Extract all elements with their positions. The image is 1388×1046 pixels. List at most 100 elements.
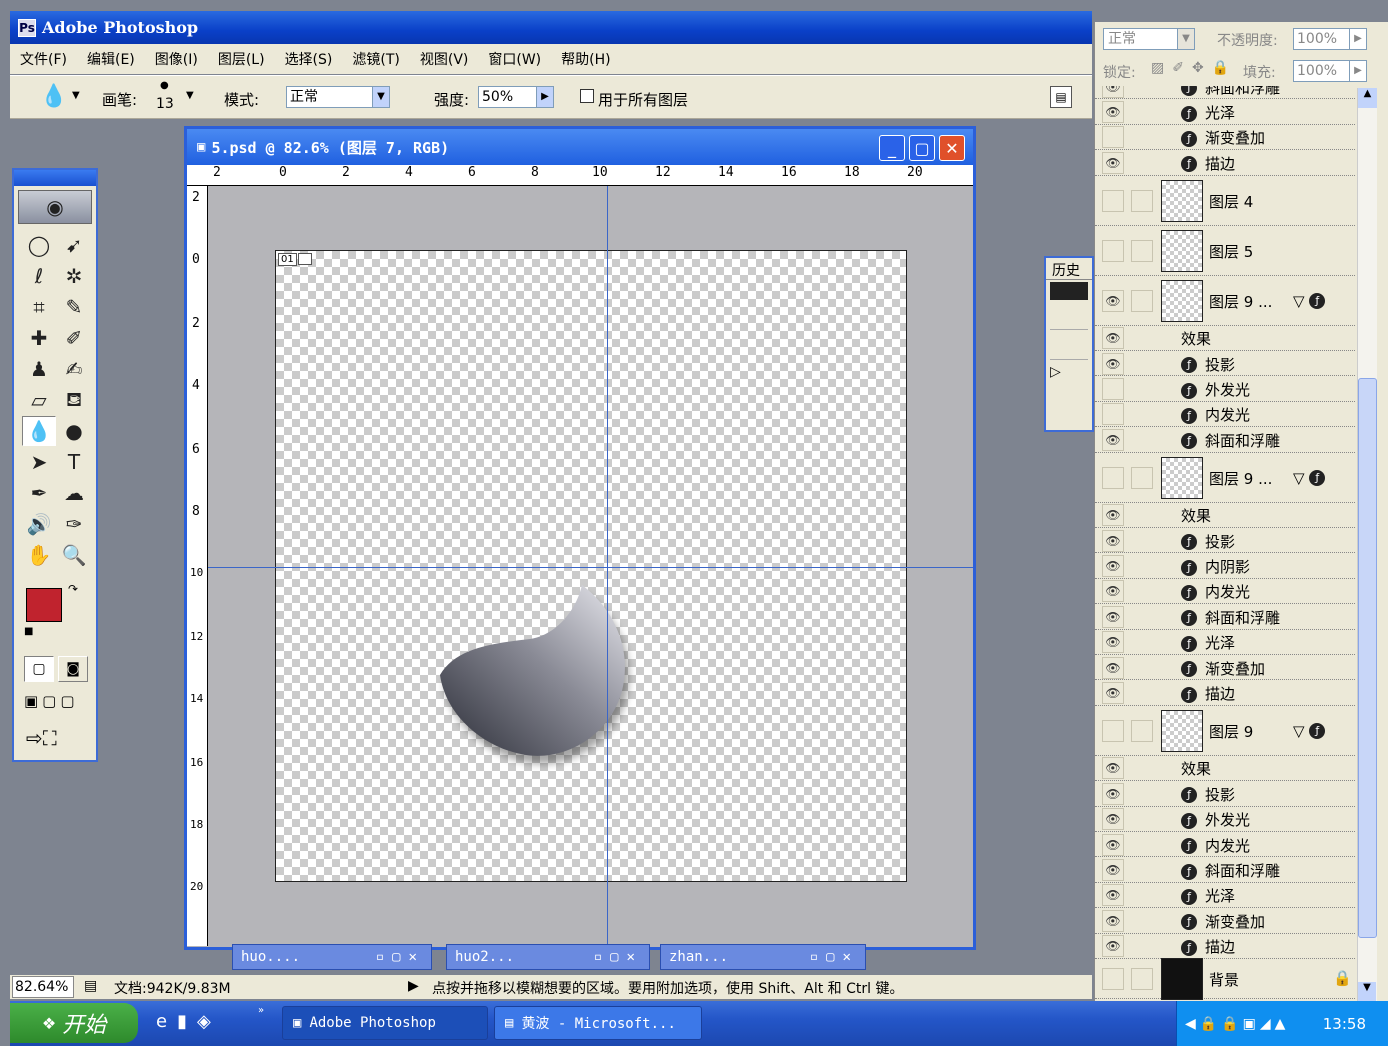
mode-select[interactable]: 正常 ▼ — [286, 86, 390, 108]
hand-tool-icon[interactable]: ✋ — [22, 540, 56, 570]
brush-tool-icon[interactable]: ✐ — [57, 323, 91, 353]
palette-well-icon[interactable]: ▤ — [1050, 86, 1072, 108]
scroll-thumb[interactable] — [1358, 378, 1377, 938]
visibility-eye-icon[interactable]: 👁 — [1102, 86, 1124, 98]
strength-slider-arrow-icon[interactable]: ▶ — [536, 87, 553, 107]
type-tool-icon[interactable]: T — [57, 447, 91, 477]
opacity-slider-arrow-icon[interactable]: ▶ — [1349, 29, 1366, 49]
start-button[interactable]: ❖ 开始 — [10, 1003, 138, 1043]
visibility-toggle[interactable] — [1102, 239, 1124, 262]
paint-bucket-tool-icon[interactable]: ⛾ — [57, 385, 91, 415]
visibility-eye-icon[interactable]: 👁 — [1102, 352, 1124, 375]
mode-dropdown-icon[interactable]: ▼ — [372, 87, 389, 107]
maximize-button[interactable]: ▢ — [909, 135, 935, 161]
visibility-eye-icon[interactable]: 👁 — [1102, 935, 1124, 958]
vertical-ruler[interactable]: 2 0 2 4 6 8 10 12 14 16 18 20 — [187, 186, 208, 946]
layer-effect-row[interactable]: 👁 ƒ 外发光 — [1095, 807, 1355, 832]
foreground-color-swatch[interactable] — [26, 588, 62, 622]
visibility-eye-icon[interactable]: 👁 — [1102, 682, 1124, 705]
healing-brush-tool-icon[interactable]: ✚ — [22, 323, 56, 353]
effect-label[interactable]: ƒ 斜面和浮雕 — [1181, 860, 1280, 881]
tray-icons[interactable]: ◀🔒🔒▣◢▲ — [1177, 1016, 1289, 1032]
layer-name[interactable]: 图层 4 — [1209, 191, 1253, 212]
effect-label[interactable]: ƒ 渐变叠加 — [1181, 127, 1265, 148]
history-state[interactable] — [1050, 304, 1088, 330]
layer-effect-row[interactable]: 👁 ƒ 斜面和浮雕 — [1095, 604, 1355, 630]
layer-link-toggle[interactable] — [1131, 466, 1153, 489]
blend-mode-select[interactable]: 正常 ▼ — [1103, 28, 1195, 50]
history-state-current-icon[interactable]: ▷ — [1050, 364, 1088, 390]
layer-effect-row[interactable]: 👁 ƒ 斜面和浮雕 — [1095, 857, 1355, 883]
effect-label[interactable]: ƒ 描边 — [1181, 936, 1235, 957]
strength-input[interactable]: 50% ▶ — [478, 86, 554, 108]
menu-layer[interactable]: 图层(L) — [218, 49, 265, 69]
layer-effect-row[interactable]: ƒ 渐变叠加 — [1095, 125, 1355, 151]
layer-thumbnail[interactable] — [1161, 279, 1203, 322]
minimized-window-zhan[interactable]: zhan... ▫▢✕ — [660, 944, 866, 970]
opacity-input[interactable]: 100% ▶ — [1293, 28, 1367, 50]
layer-name[interactable]: 背景 — [1209, 969, 1239, 990]
fill-input[interactable]: 100% ▶ — [1293, 60, 1367, 82]
close-button[interactable]: ✕ — [939, 135, 965, 161]
visibility-eye-icon[interactable]: 👁 — [1102, 656, 1124, 679]
quick-launch-icons[interactable]: e▮◈ — [156, 1011, 221, 1032]
layer-name[interactable]: 图层 5 — [1209, 241, 1253, 262]
visibility-eye-icon[interactable]: 👁 — [1102, 580, 1124, 603]
effect-label[interactable]: ƒ 内阴影 — [1181, 556, 1250, 577]
layer-effect-row[interactable]: ƒ 外发光 — [1095, 376, 1355, 402]
zoom-tool-icon[interactable]: 🔍 — [57, 540, 91, 570]
layer-effect-row[interactable]: 👁 ƒ 投影 — [1095, 781, 1355, 807]
layers-scrollbar[interactable]: ▲ ▼ — [1357, 88, 1377, 1002]
default-colors-icon[interactable]: ■ — [24, 626, 33, 637]
layer-effect-row[interactable]: 👁 ƒ 光泽 — [1095, 630, 1355, 655]
clone-stamp-tool-icon[interactable]: ♟ — [22, 354, 56, 384]
menu-file[interactable]: 文件(F) — [20, 49, 67, 69]
layer-row[interactable]: 图层 4 — [1095, 176, 1355, 226]
layer-effect-row[interactable]: 👁 ƒ 描边 — [1095, 680, 1355, 706]
pen-tool-icon[interactable]: ✒ — [22, 478, 56, 508]
blur-tool-icon[interactable]: 💧 — [22, 416, 56, 446]
standard-mode-icon[interactable]: ▢ — [24, 656, 54, 682]
visibility-eye-icon[interactable]: 👁 — [1102, 529, 1124, 552]
effect-label[interactable]: ƒ 光泽 — [1181, 102, 1235, 123]
visibility-eye-icon[interactable]: 👁 — [1102, 757, 1124, 780]
effect-label[interactable]: 效果 — [1181, 505, 1211, 526]
layer-effect-row[interactable]: 👁 ƒ 斜面和浮雕 — [1095, 86, 1355, 100]
menu-image[interactable]: 图像(I) — [155, 49, 198, 69]
visibility-eye-icon[interactable]: 👁 — [1102, 631, 1124, 654]
history-state[interactable] — [1050, 334, 1088, 360]
layer-effect-row[interactable]: 👁 ƒ 光泽 — [1095, 99, 1355, 125]
layer-link-toggle[interactable] — [1131, 719, 1153, 742]
layer-effect-row[interactable]: 👁 ƒ 内阴影 — [1095, 553, 1355, 579]
move-tool-icon[interactable]: ➹ — [57, 230, 91, 260]
effect-label[interactable]: ƒ 光泽 — [1181, 885, 1235, 906]
visibility-toggle[interactable] — [1102, 719, 1124, 742]
visibility-toggle[interactable] — [1102, 189, 1124, 212]
layer-link-toggle[interactable] — [1131, 289, 1153, 312]
layer-effect-row[interactable]: 👁 ƒ 投影 — [1095, 528, 1355, 554]
eyedropper-tool-icon[interactable]: ✑ — [57, 509, 91, 539]
layer-effect-row[interactable]: 👁 ƒ 内发光 — [1095, 832, 1355, 858]
layer-name[interactable]: 图层 9 ... — [1209, 291, 1272, 312]
slice-tool-icon[interactable]: ✎ — [57, 292, 91, 322]
layer-effects-expand-icon[interactable]: ▽ ƒ — [1293, 292, 1333, 310]
effect-label[interactable]: ƒ 渐变叠加 — [1181, 911, 1265, 932]
doc-info-icon[interactable]: ▤ — [84, 978, 97, 994]
dodge-tool-icon[interactable]: ● — [57, 416, 91, 446]
quick-mask-mode-icon[interactable]: ◙ — [58, 656, 88, 682]
effect-label[interactable]: ƒ 内发光 — [1181, 581, 1250, 602]
status-menu-arrow-icon[interactable]: ▶ — [408, 978, 419, 994]
custom-shape-tool-icon[interactable]: ☁ — [57, 478, 91, 508]
layer-row[interactable]: 图层 9 ... ▽ ƒ — [1095, 453, 1355, 503]
clock[interactable]: 13:58 — [1323, 1015, 1366, 1033]
horizontal-guide[interactable] — [208, 567, 973, 568]
effect-label[interactable]: 效果 — [1181, 328, 1211, 349]
blend-mode-dropdown-icon[interactable]: ▼ — [1177, 29, 1194, 49]
quick-launch-more-icon[interactable]: » — [258, 1005, 264, 1016]
layer-effects-expand-icon[interactable]: ▽ ƒ — [1293, 722, 1333, 740]
visibility-eye-icon[interactable]: 👁 — [1102, 884, 1124, 907]
visibility-eye-icon[interactable]: 👁 — [1102, 782, 1124, 805]
layer-thumbnail[interactable] — [1161, 179, 1203, 222]
effect-label[interactable]: ƒ 内发光 — [1181, 404, 1250, 425]
layer-thumbnail[interactable] — [1161, 229, 1203, 272]
